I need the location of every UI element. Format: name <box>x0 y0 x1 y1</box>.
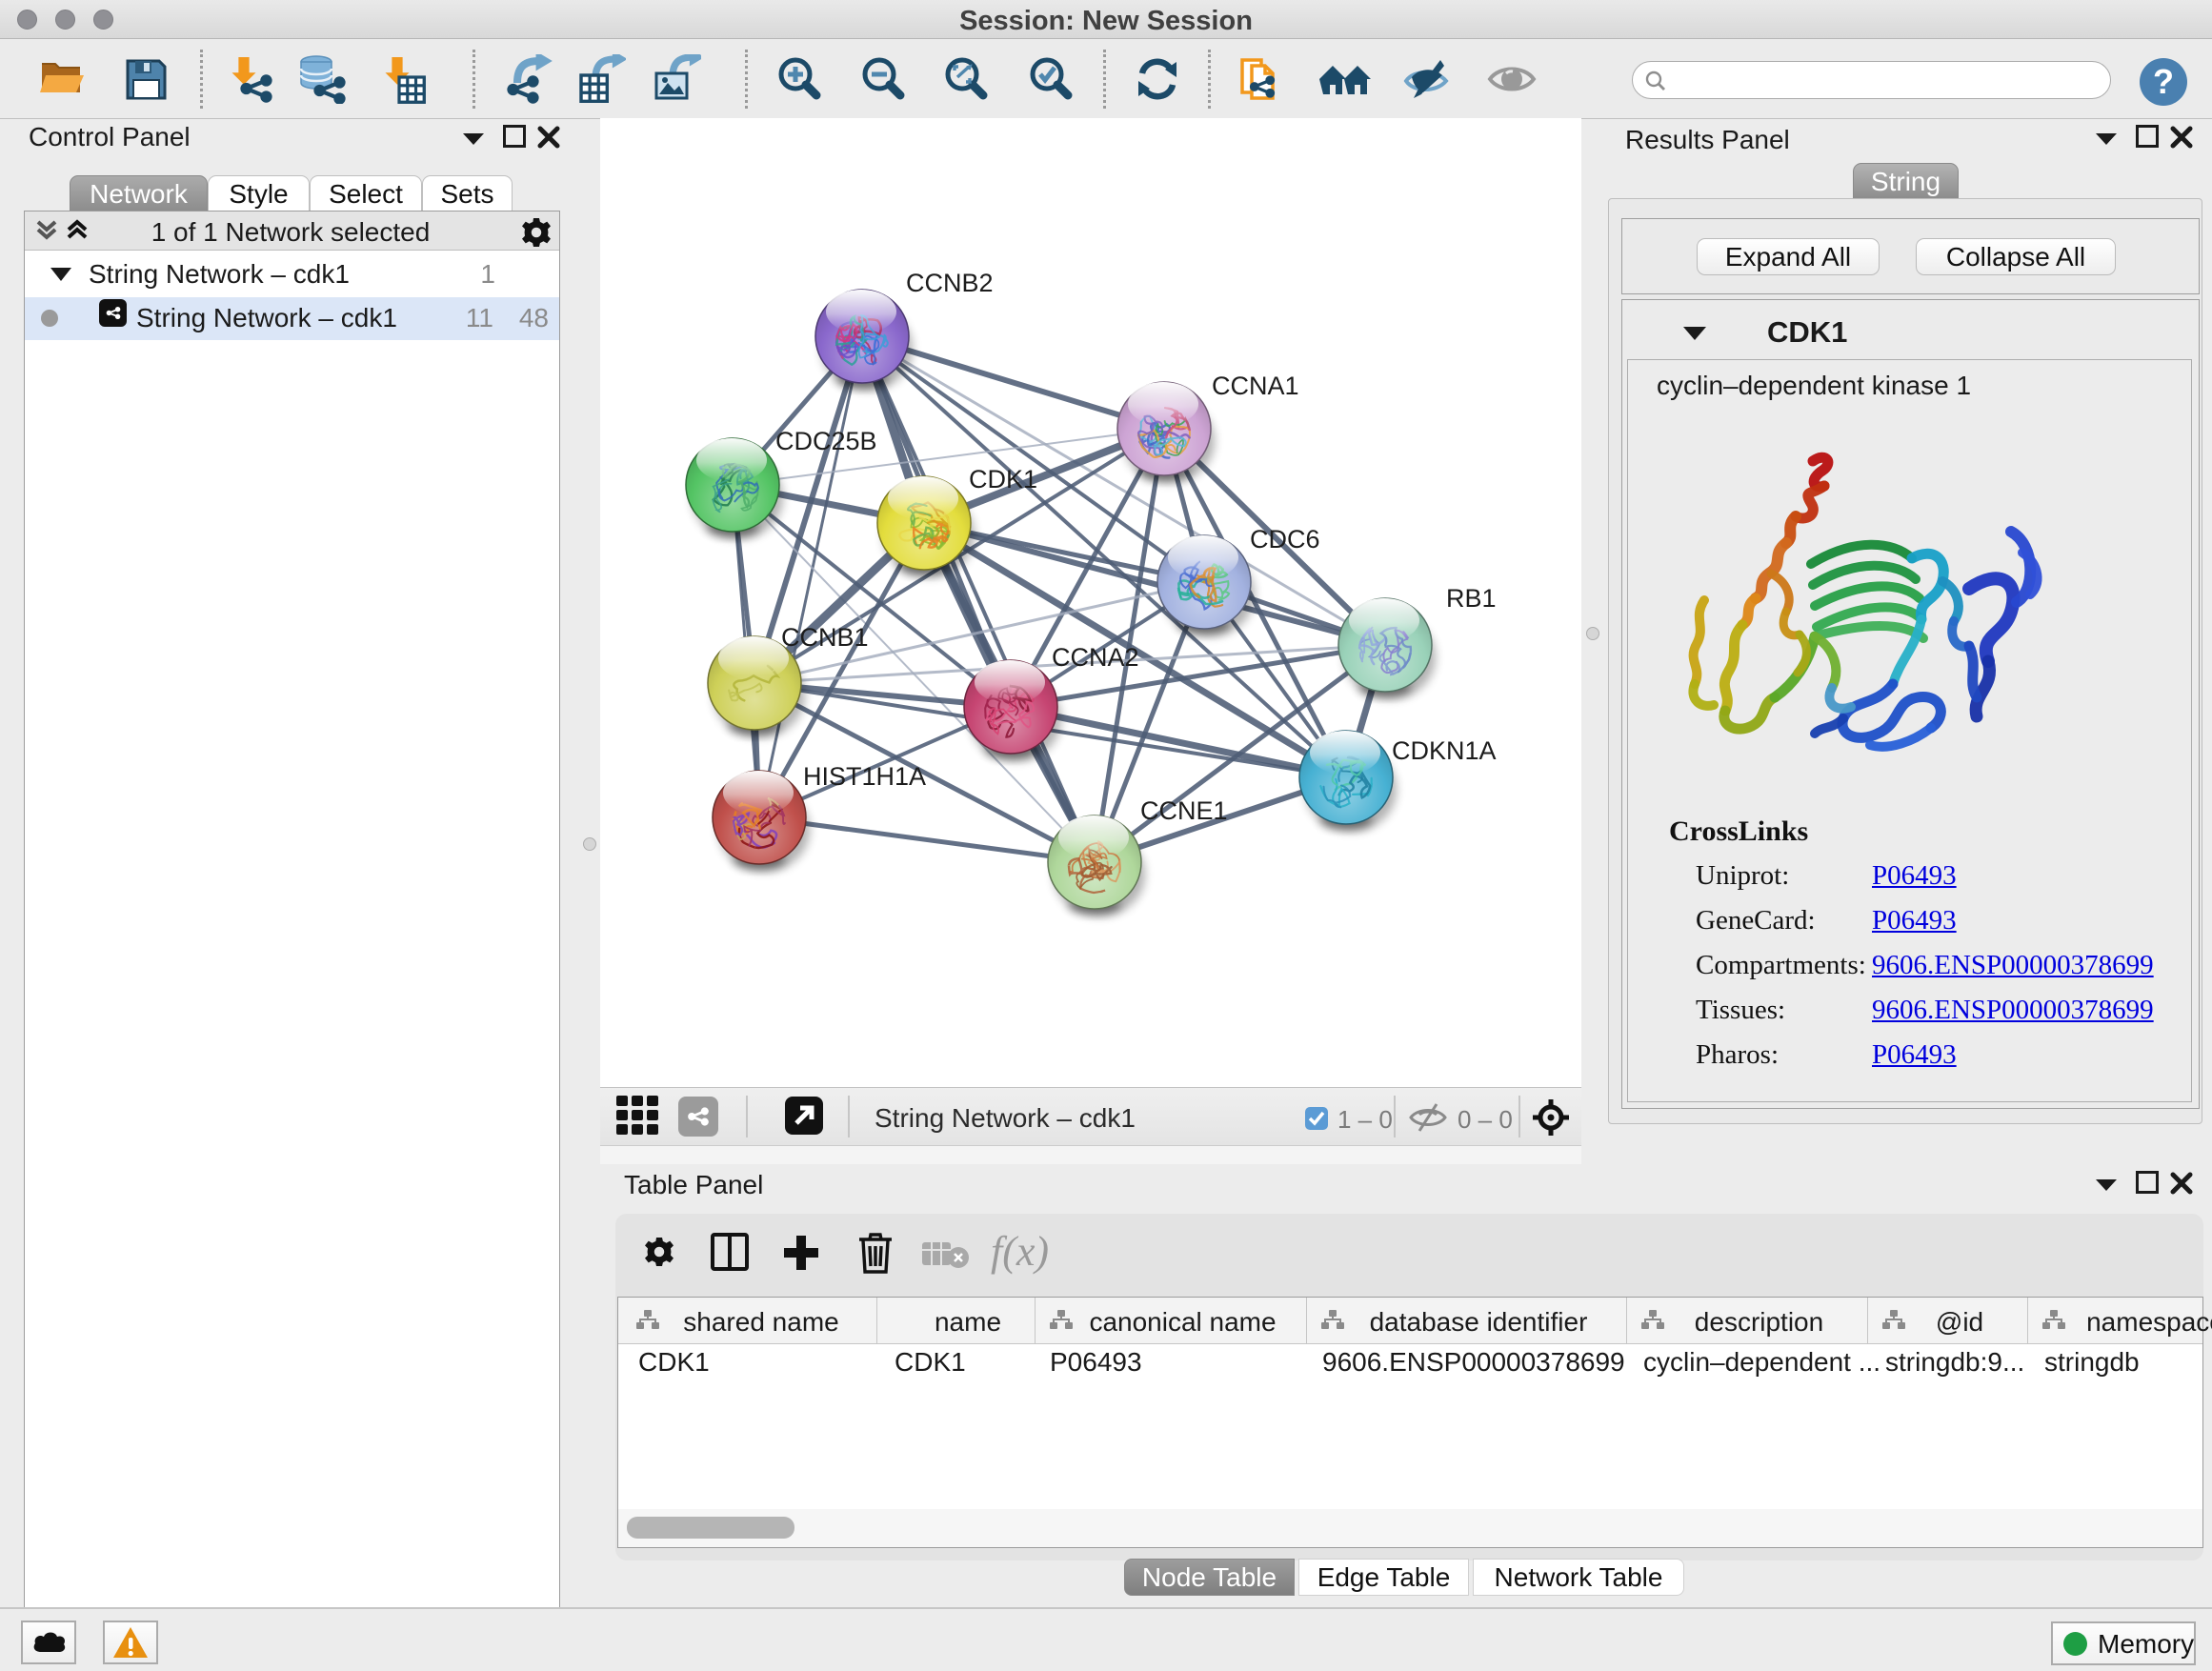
svg-text:CDKN1A: CDKN1A <box>1392 736 1497 765</box>
svg-text:CCNA1: CCNA1 <box>1212 372 1299 400</box>
svg-text:RB1: RB1 <box>1446 584 1497 613</box>
svg-text:CDC25B: CDC25B <box>775 427 877 455</box>
svg-text:CDC6: CDC6 <box>1250 525 1320 554</box>
svg-text:CCNB2: CCNB2 <box>906 269 994 297</box>
svg-text:CCNA2: CCNA2 <box>1052 643 1139 672</box>
svg-text:CCNB1: CCNB1 <box>781 623 869 652</box>
svg-text:CDK1: CDK1 <box>969 465 1037 493</box>
svg-text:HIST1H1A: HIST1H1A <box>803 762 926 791</box>
svg-text:CCNE1: CCNE1 <box>1140 796 1228 825</box>
